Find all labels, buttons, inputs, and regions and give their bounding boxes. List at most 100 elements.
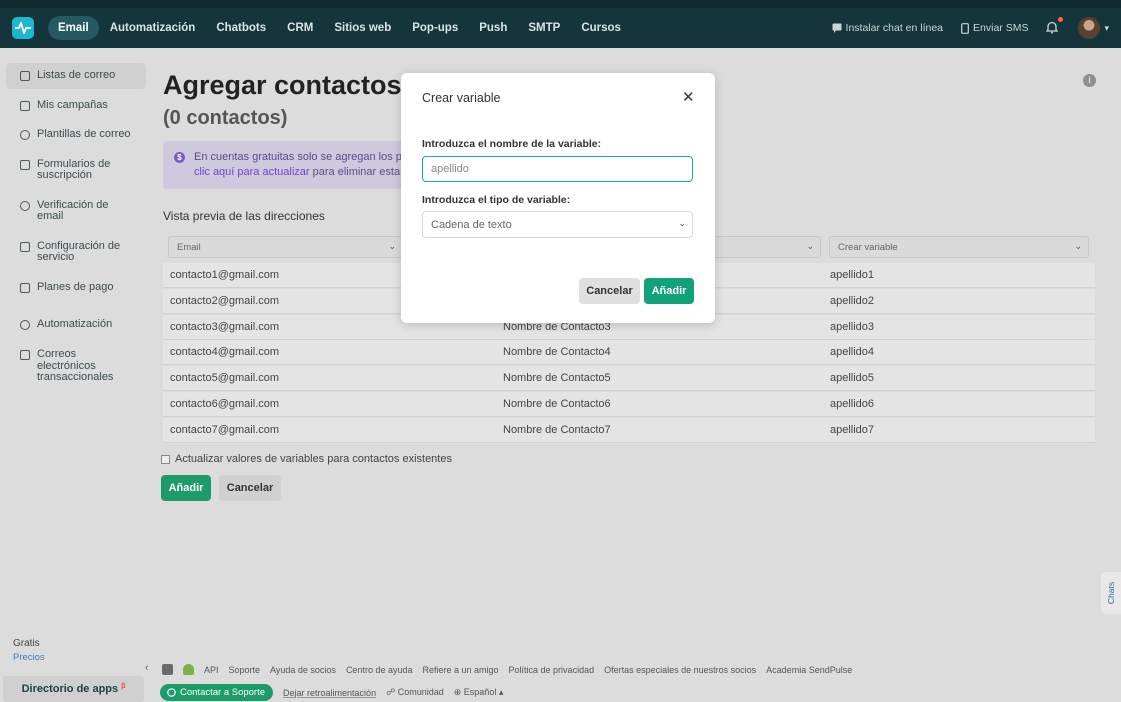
chevron-up-icon: ▴ (498, 687, 504, 697)
android-icon[interactable] (183, 664, 194, 675)
footer-link-academia[interactable]: Academia SendPulse (766, 665, 852, 675)
sidebar-item-formularios[interactable]: Formularios de suscripción (6, 152, 146, 189)
sidebar-item-automatizacion[interactable]: Automatización (6, 312, 146, 338)
feedback-link[interactable]: Dejar retroalimentación (283, 688, 376, 698)
verify-icon (20, 200, 30, 211)
nav-automatizacion[interactable]: Automatización (100, 16, 206, 40)
nav-cursos[interactable]: Cursos (571, 16, 631, 40)
modal-title: Crear variable (422, 91, 501, 105)
sidebar-item-planes[interactable]: Planes de pago (6, 275, 146, 301)
contact-support-button[interactable]: Contactar a Soporte (160, 684, 274, 701)
variable-type-label: Introduzca el tipo de variable: (422, 194, 571, 206)
cell-name: Nombre de Contacto6 (503, 397, 611, 410)
sidebar-item-plantillas[interactable]: Plantillas de correo (6, 122, 146, 148)
footer-links: API Soporte Ayuda de socios Centro de ay… (162, 664, 852, 675)
cell-email: contacto4@gmail.com (170, 346, 279, 359)
sidebar-item-listas-de-correo[interactable]: Listas de correo (6, 63, 146, 89)
cell-variable: apellido1 (830, 269, 875, 281)
cell-email: contacto1@gmail.com (170, 269, 279, 281)
footer-link-ayuda-socios[interactable]: Ayuda de socios (270, 665, 336, 675)
info-icon[interactable]: i (1083, 74, 1096, 87)
community-label: Comunidad (397, 687, 444, 697)
cancel-button[interactable]: Cancelar (219, 475, 281, 501)
column-select-value: Email (177, 242, 201, 253)
close-icon[interactable]: ✕ (682, 90, 695, 106)
language-select[interactable]: ⊕ Español ▴ (454, 687, 504, 698)
cell-email: contacto2@gmail.com (170, 294, 279, 307)
modal-cancel-button[interactable]: Cancelar (579, 278, 640, 304)
footer-link-api[interactable]: API (204, 665, 219, 675)
settings-icon (20, 241, 30, 252)
cell-email: contacto5@gmail.com (170, 372, 279, 385)
community-link[interactable]: ☍ Comunidad (386, 687, 444, 698)
sidebar-item-configuracion[interactable]: Configuración de servicio (6, 234, 146, 271)
nav-crm[interactable]: CRM (277, 16, 323, 40)
apps-directory-button[interactable]: Directorio de apps β (3, 676, 144, 702)
contacts-count: (0 contactos) (163, 107, 288, 129)
table-row: contacto7@gmail.com Nombre de Contacto7 … (163, 417, 1095, 443)
sidebar-item-transaccionales[interactable]: Correos electrónicos transaccionales (6, 342, 146, 391)
nav-push[interactable]: Push (469, 16, 517, 40)
nav-chatbots[interactable]: Chatbots (206, 16, 276, 40)
sidebar-item-label: Formularios de suscripción (37, 157, 111, 182)
cell-name: Nombre de Contacto4 (503, 346, 611, 359)
notifications-bell-icon[interactable] (1045, 17, 1064, 35)
plan-name: Gratis (13, 638, 40, 649)
column-select-name[interactable]: ⌄ (714, 236, 821, 258)
dollar-icon: $ (174, 152, 185, 163)
install-chat-link[interactable]: Instalar chat en línea (832, 22, 943, 34)
sidebar-item-label: Listas de correo (37, 69, 116, 81)
prices-link[interactable]: Precios (13, 652, 45, 663)
variable-type-value: Cadena de texto (431, 219, 512, 231)
preview-title: Vista previa de las direcciones (163, 209, 325, 223)
page-title: Agregar contactos: (163, 70, 411, 100)
update-existing-checkbox[interactable] (161, 454, 170, 464)
variable-name-label: Introduzca el nombre de la variable: (422, 138, 602, 150)
update-existing-option: Actualizar valores de variables para con… (161, 453, 452, 465)
beta-badge: β (121, 682, 126, 690)
phone-icon (961, 22, 969, 34)
sidebar-item-label: Verificación de email (37, 198, 109, 223)
upgrade-notice: $ En cuentas gratuitas solo se agregan l… (163, 141, 421, 189)
sidebar-item-verificacion[interactable]: Verificación de email (6, 193, 146, 230)
nav-sitios-web[interactable]: Sitios web (324, 16, 401, 40)
sidebar-item-mis-campanas[interactable]: Mis campañas (6, 93, 146, 119)
sidebar-item-label: Mis campañas (37, 98, 108, 111)
send-sms-link[interactable]: Enviar SMS (961, 22, 1028, 34)
column-select-email[interactable]: Email ⌄ (168, 236, 403, 258)
variable-type-select[interactable]: Cadena de texto ⌄ (422, 211, 693, 238)
table-row: contacto4@gmail.com Nombre de Contacto4 … (163, 340, 1095, 366)
chats-tab-label: Chats (1106, 581, 1116, 605)
globe-icon: ⊕ (453, 687, 462, 697)
variable-name-input[interactable] (422, 156, 693, 182)
add-contacts-button[interactable]: Añadir (161, 475, 211, 501)
footer-link-soporte[interactable]: Soporte (229, 665, 261, 675)
nav-pop-ups[interactable]: Pop-ups (402, 16, 468, 40)
cell-name: Nombre de Contacto7 (503, 423, 611, 436)
notice-text: En cuentas gratuitas solo se agregan los… (194, 151, 402, 163)
chats-tab[interactable]: Chats (1101, 572, 1121, 614)
form-icon (20, 159, 30, 170)
nav-email[interactable]: Email (48, 16, 99, 40)
footer-link-ofertas[interactable]: Ofertas especiales de nuestros socios (604, 665, 756, 675)
footer-link-centro-ayuda[interactable]: Centro de ayuda (346, 665, 413, 675)
nav-smtp[interactable]: SMTP (518, 16, 570, 40)
collapse-chevron-icon[interactable]: ‹ (145, 662, 149, 674)
column-select-variable[interactable]: Crear variable ⌄ (829, 236, 1089, 258)
billing-icon (20, 282, 30, 293)
sidebar-item-label: Configuración de servicio (37, 239, 121, 264)
cell-variable: apellido6 (830, 397, 875, 410)
footer-link-privacidad[interactable]: Política de privacidad (509, 665, 595, 675)
modal-add-button[interactable]: Añadir (644, 278, 694, 304)
transactional-icon (20, 350, 30, 361)
chat-bubble-icon (167, 688, 176, 697)
chevron-down-icon: ⌄ (678, 218, 686, 228)
apple-icon[interactable] (162, 664, 173, 675)
chevron-down-icon[interactable]: ▾ (1104, 23, 1109, 34)
sendpulse-logo-icon[interactable] (12, 17, 34, 39)
footer-link-refiere[interactable]: Refiere a un amigo (422, 665, 498, 675)
upgrade-link[interactable]: clic aquí para actualizar (194, 166, 310, 178)
user-avatar[interactable] (1078, 17, 1101, 39)
chevron-down-icon: ⌄ (1074, 241, 1082, 251)
chevron-down-icon: ⌄ (806, 241, 814, 251)
